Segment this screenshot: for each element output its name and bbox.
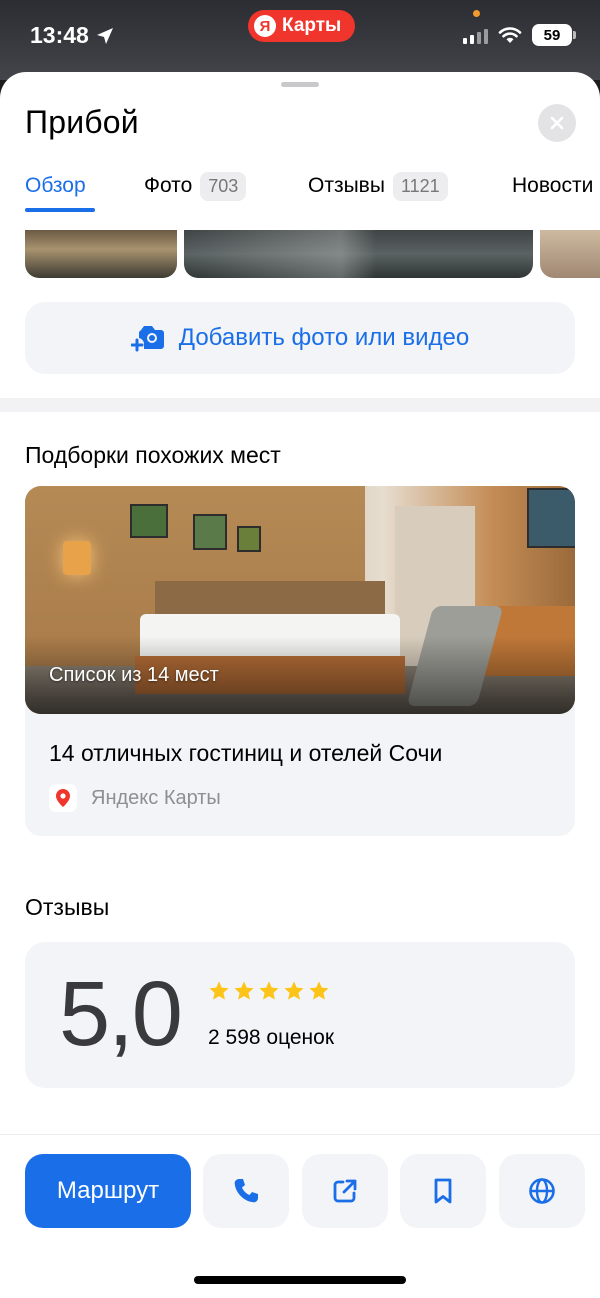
collection-card[interactable]: Список из 14 мест 14 отличных гостиниц и… xyxy=(25,486,575,836)
tab-label: Обзор xyxy=(25,174,86,197)
tab-count: 703 xyxy=(200,171,247,201)
active-tab-indicator xyxy=(25,208,95,212)
tab-photos[interactable]: Фото 703 xyxy=(144,168,247,204)
place-card-sheet: Прибой Обзор Фото 703 Отзывы 1121 Новост… xyxy=(0,72,600,1298)
tab-label: Новости xyxy=(512,174,594,197)
tab-label: Отзывы xyxy=(308,174,385,197)
reviews-heading: Отзывы xyxy=(25,894,110,920)
app-pill-label: Карты xyxy=(282,15,342,36)
rating-stars xyxy=(208,980,330,1002)
share-button[interactable] xyxy=(302,1154,388,1228)
bookmark-button[interactable] xyxy=(400,1154,486,1228)
star-icon xyxy=(209,981,229,1000)
rating-score: 5,0 xyxy=(59,963,183,1065)
photo-thumbnail[interactable] xyxy=(184,230,533,278)
close-button[interactable] xyxy=(538,104,576,142)
location-arrow-icon xyxy=(96,27,113,44)
wifi-icon xyxy=(498,27,522,43)
collection-title: 14 отличных гостиниц и отелей Сочи xyxy=(49,740,443,766)
tab-label: Фото xyxy=(144,174,193,197)
status-right: 59 xyxy=(463,24,576,46)
collection-source-label: Яндекс Карты xyxy=(91,786,221,809)
status-time-text: 13:48 xyxy=(30,22,89,48)
bookmark-icon xyxy=(434,1178,452,1204)
cellular-signal-icon xyxy=(463,26,488,44)
camera-plus-icon xyxy=(130,326,164,352)
add-photo-button[interactable]: Добавить фото или видео xyxy=(25,302,575,374)
call-button[interactable] xyxy=(203,1154,289,1228)
home-indicator[interactable] xyxy=(194,1276,406,1284)
close-icon xyxy=(550,116,564,130)
tab-bar: Обзор Фото 703 Отзывы 1121 Новости xyxy=(0,168,600,218)
rating-count: 2 598 оценок xyxy=(208,1026,334,1049)
tab-reviews[interactable]: Отзывы 1121 xyxy=(308,168,448,204)
share-icon xyxy=(333,1179,357,1203)
collection-count-label: Список из 14 мест xyxy=(49,664,219,686)
route-button[interactable]: Маршрут xyxy=(25,1154,191,1228)
battery-icon: 59 xyxy=(532,24,576,46)
photo-thumbnail[interactable] xyxy=(540,230,600,278)
website-button[interactable] xyxy=(499,1154,585,1228)
star-icon xyxy=(284,981,304,1000)
action-bar-divider xyxy=(0,1134,600,1135)
globe-icon xyxy=(529,1178,555,1204)
tab-news[interactable]: Новости xyxy=(512,168,593,204)
sheet-grabber[interactable] xyxy=(281,82,319,87)
photo-thumbnail[interactable] xyxy=(25,230,177,278)
phone-icon xyxy=(234,1179,258,1203)
collection-image: Список из 14 мест xyxy=(25,486,575,714)
collections-heading: Подборки похожих мест xyxy=(25,442,281,468)
section-divider xyxy=(0,398,600,412)
privacy-indicator-dot xyxy=(473,10,480,17)
status-time: 13:48 xyxy=(30,22,115,49)
star-icon xyxy=(234,981,254,1000)
map-pin-icon xyxy=(49,784,77,812)
star-icon xyxy=(309,981,329,1000)
tab-count: 1121 xyxy=(392,171,448,201)
tab-overview[interactable]: Обзор xyxy=(25,168,86,204)
rating-summary[interactable]: 5,0 2 598 оценок xyxy=(25,942,575,1088)
status-bar: 13:48 Я Карты 59 xyxy=(0,0,600,80)
collection-source: Яндекс Карты xyxy=(49,784,221,812)
add-photo-label: Добавить фото или видео xyxy=(178,324,470,351)
yandex-logo-icon: Я xyxy=(254,15,276,37)
app-pill[interactable]: Я Карты xyxy=(248,10,356,42)
place-title: Прибой xyxy=(25,104,139,140)
star-icon xyxy=(259,981,279,1000)
